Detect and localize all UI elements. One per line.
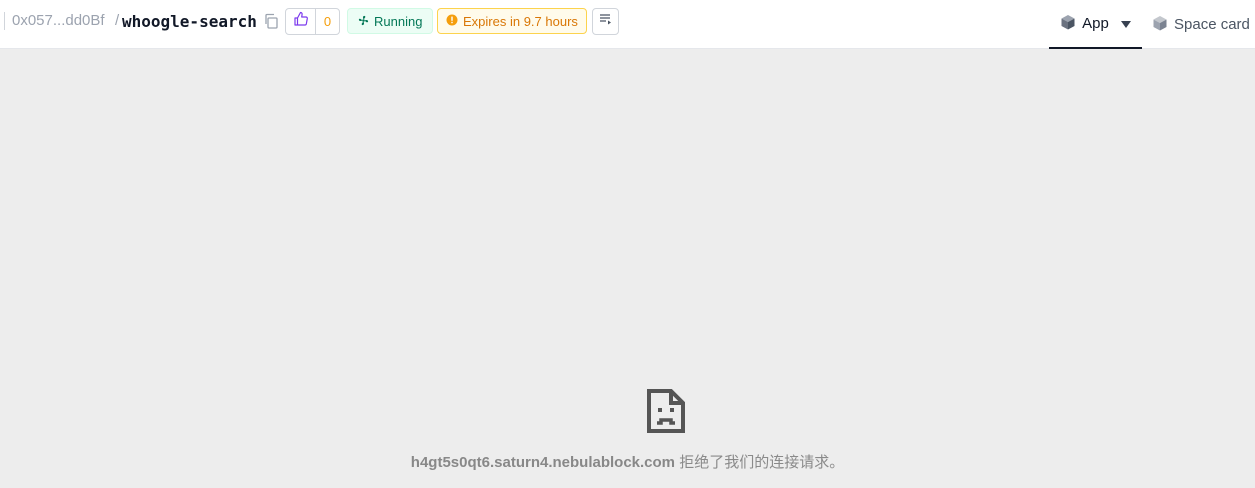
logs-button[interactable] (592, 8, 619, 35)
like-count: 0 (323, 14, 332, 29)
error-host: h4gt5s0qt6.saturn4.nebulablock.com (410, 454, 676, 471)
space-header: 0x057...dd0Bf / whoogle-search 0 Running… (0, 0, 1255, 49)
error-text: 拒绝了我们的连接请求。 (675, 454, 845, 471)
path-separator: / (115, 12, 120, 29)
logs-icon (599, 12, 613, 31)
expires-badge: Expires in 9.7 hours (437, 8, 587, 34)
tab-app[interactable]: App (1049, 0, 1142, 49)
caret-down-icon[interactable] (1120, 15, 1131, 32)
status-badge: Running (347, 8, 434, 34)
space-name[interactable]: whoogle-search (122, 12, 257, 31)
alert-circle-icon (446, 14, 458, 29)
tab-app-label: App (1082, 15, 1109, 32)
fan-icon (358, 14, 369, 29)
owner-link[interactable]: 0x057...dd0Bf (12, 12, 105, 29)
broken-page-icon (646, 388, 686, 434)
tab-space-card-label: Space card (1174, 16, 1250, 33)
like-group: 0 (285, 8, 340, 35)
connection-error-message: h4gt5s0qt6.saturn4.nebulablock.com 拒绝了我们… (0, 451, 1255, 472)
header-divider (4, 12, 5, 30)
like-button[interactable] (286, 9, 316, 34)
tab-space-card[interactable]: Space card (1150, 0, 1255, 49)
cube-icon (1060, 14, 1076, 34)
expires-text: Expires in 9.7 hours (463, 13, 578, 29)
status-text: Running (374, 13, 423, 29)
thumbs-up-icon (293, 11, 309, 32)
cube-icon (1152, 15, 1168, 35)
copy-icon[interactable] (263, 13, 279, 29)
